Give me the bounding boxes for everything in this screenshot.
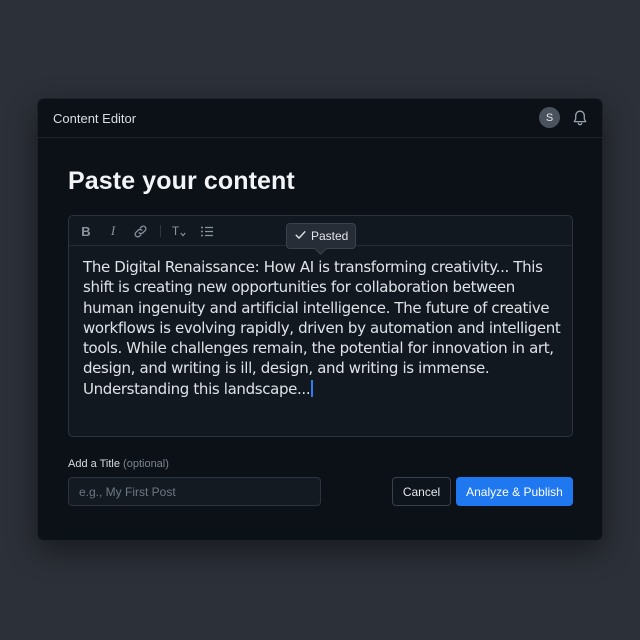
- title-field-label: Add a Title (optional): [68, 458, 169, 470]
- top-bar: Content Editor S: [38, 99, 602, 138]
- check-icon: [295, 229, 306, 243]
- editor-text: The Digital Renaissance: How AI is trans…: [83, 258, 561, 398]
- link-icon[interactable]: [132, 222, 148, 240]
- text-size-icon[interactable]: T: [171, 222, 187, 240]
- toolbar-divider: [160, 225, 161, 237]
- page-title: Paste your content: [68, 167, 295, 195]
- editor-content[interactable]: The Digital Renaissance: How AI is trans…: [83, 257, 563, 399]
- app-title: Content Editor: [53, 111, 137, 126]
- bell-icon[interactable]: [572, 109, 588, 127]
- avatar[interactable]: S: [539, 107, 560, 128]
- cancel-button[interactable]: Cancel: [392, 477, 451, 506]
- text-style-label: T: [171, 224, 180, 238]
- title-label-text: Add a Title: [68, 458, 120, 470]
- bold-button[interactable]: B: [79, 222, 93, 240]
- analyze-publish-button[interactable]: Analyze & Publish: [456, 477, 573, 506]
- italic-button[interactable]: I: [107, 222, 119, 240]
- title-input[interactable]: [68, 477, 321, 506]
- bullet-list-icon[interactable]: [200, 222, 214, 240]
- pasted-label: Pasted: [311, 229, 349, 243]
- pasted-tooltip: Pasted: [286, 223, 356, 249]
- text-cursor: [311, 379, 314, 397]
- editor-window: Content Editor S Paste your content Past…: [37, 98, 603, 541]
- optional-hint: (optional): [123, 458, 169, 470]
